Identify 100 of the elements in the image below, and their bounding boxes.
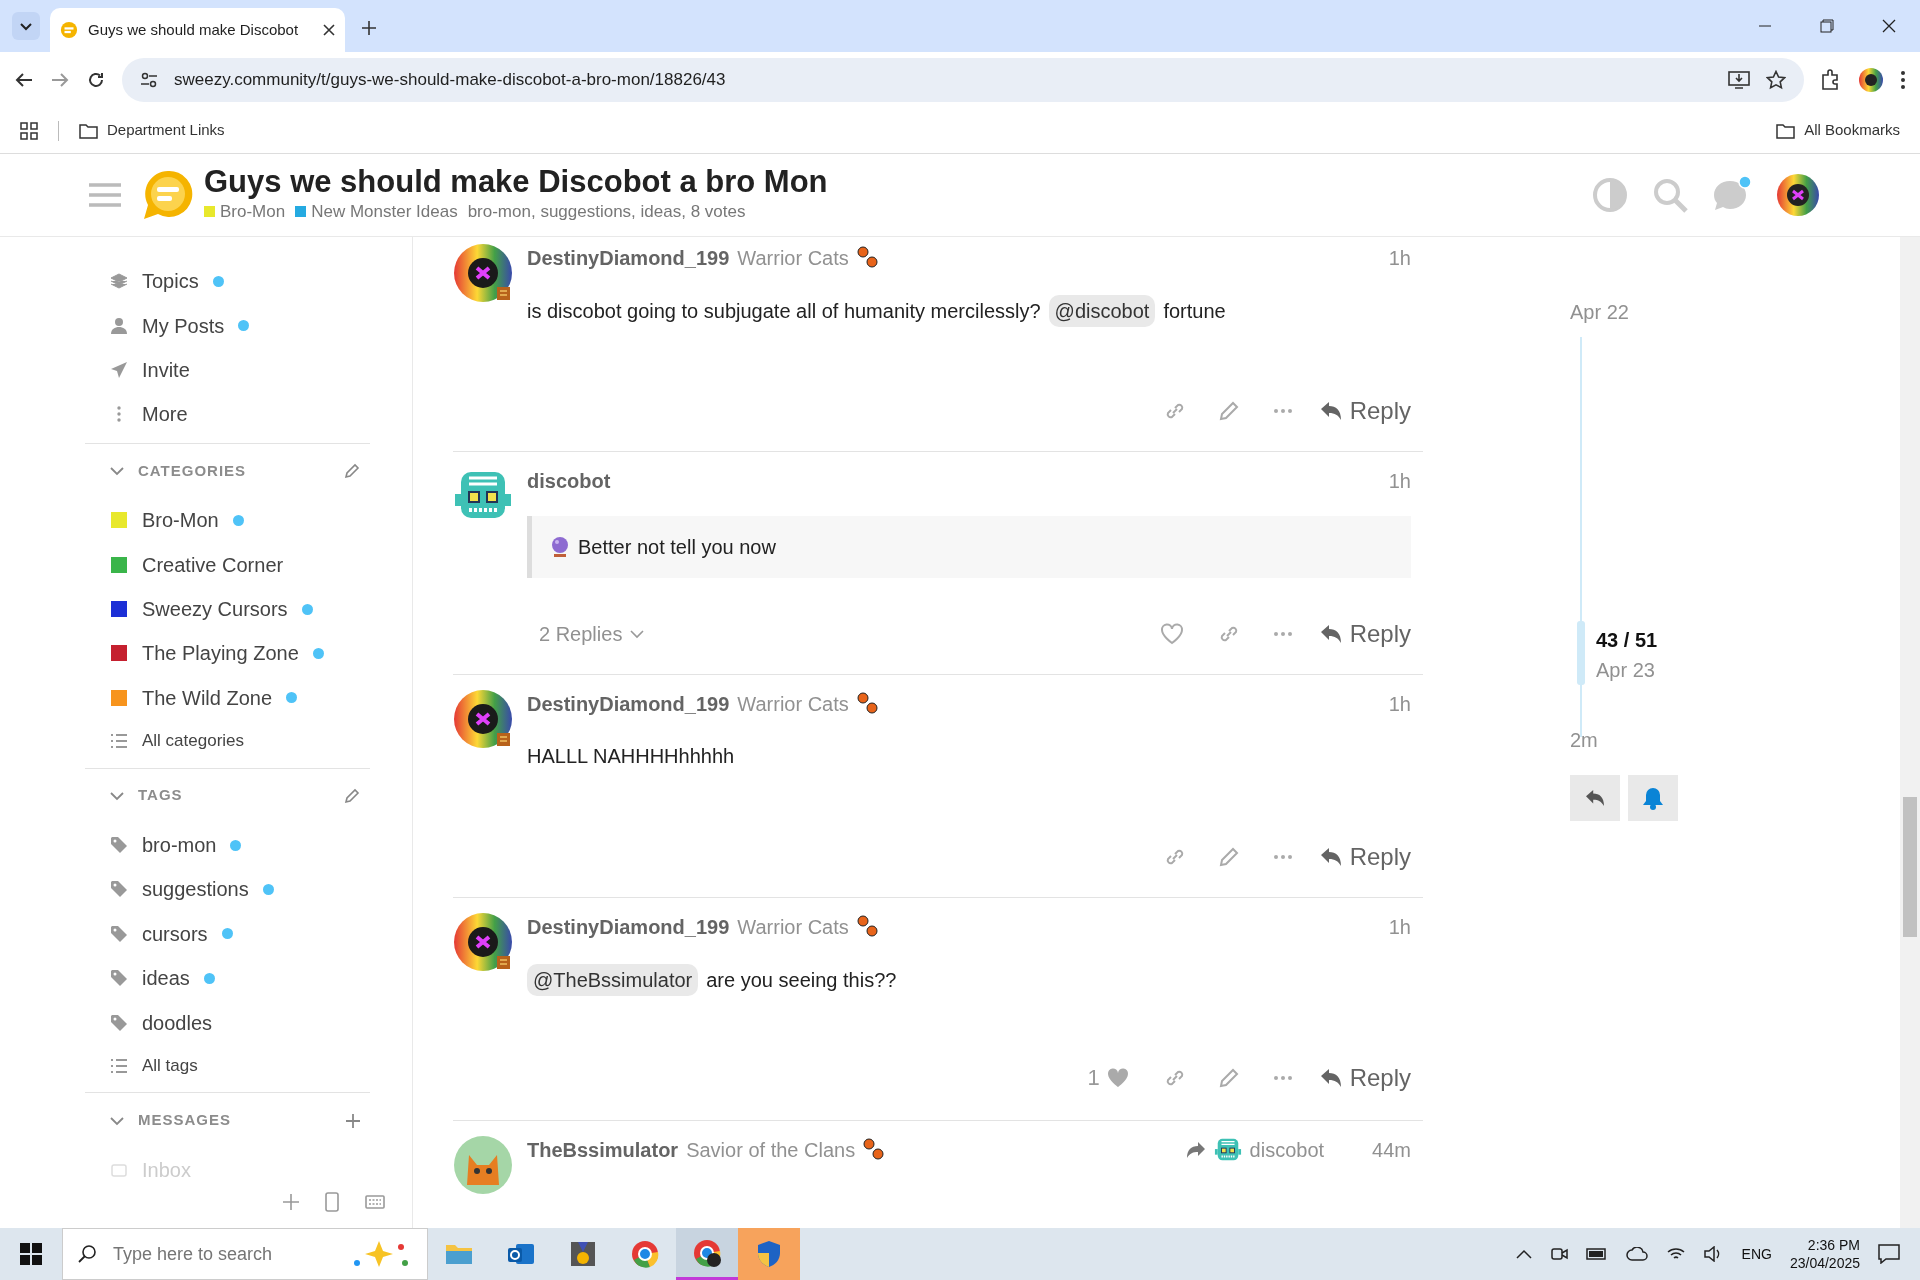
post-text: fortune	[1163, 299, 1226, 324]
sidebar-item[interactable]: Creative Corner	[85, 542, 412, 587]
bookmarks-folder[interactable]: All Bookmarks	[1776, 119, 1900, 142]
reply-button[interactable]	[1570, 775, 1620, 821]
pencil-icon[interactable]	[344, 787, 360, 804]
reply-icon	[1319, 624, 1342, 644]
star-icon[interactable]	[1766, 70, 1786, 90]
sidebar-item[interactable]: The Playing Zone	[85, 631, 412, 676]
sidebar-item[interactable]: bro-mon	[85, 822, 412, 868]
reply-button[interactable]: Reply	[1319, 616, 1411, 652]
pencil-icon[interactable]	[1217, 1066, 1240, 1089]
paw-icon	[856, 692, 879, 716]
camera-icon[interactable]	[1549, 1245, 1568, 1263]
section-heading: CATEGORIES	[138, 460, 248, 481]
sidebar-item[interactable]: doodles	[85, 1000, 412, 1045]
tag-icon	[110, 836, 128, 854]
category-link[interactable]: New Monster Ideas	[295, 199, 458, 225]
search-icon	[77, 1244, 97, 1264]
list-icon	[110, 731, 128, 750]
plus-icon[interactable]	[346, 1113, 360, 1128]
mention-link[interactable]: @discobot	[1048, 295, 1156, 327]
list-icon	[110, 1056, 128, 1075]
chevron-icon[interactable]	[110, 1115, 124, 1126]
chevron-icon[interactable]	[110, 790, 124, 801]
sidebar-item[interactable]: The Wild Zone	[85, 675, 412, 721]
paper-plane-icon	[110, 361, 128, 380]
taskbar-search-bar[interactable]: Type here to search	[62, 1228, 428, 1280]
chevron-icon[interactable]	[110, 465, 124, 476]
sidebar-item[interactable]: More	[85, 392, 412, 437]
sidebar-item[interactable]: ideas	[85, 956, 412, 1001]
sidebar-item[interactable]: suggestions	[85, 867, 412, 912]
sidebar-item[interactable]: Topics	[85, 259, 412, 304]
restore-icon[interactable]	[1820, 19, 1834, 33]
timeline-handle[interactable]	[1577, 621, 1585, 685]
post-text: are you seeing this??	[706, 968, 897, 993]
notification-button[interactable]	[1628, 775, 1678, 821]
plus-icon[interactable]	[283, 1194, 299, 1211]
username[interactable]: DestinyDiamond_199	[527, 912, 730, 942]
windows-icon	[20, 1243, 42, 1265]
menu-icon[interactable]	[1900, 70, 1906, 90]
scrollbar[interactable]	[1900, 237, 1920, 1228]
keyboard-icon[interactable]	[365, 1195, 385, 1210]
username[interactable]: DestinyDiamond_199	[527, 689, 730, 719]
mention-link[interactable]: @TheBssimulator	[527, 964, 699, 996]
cloud-icon[interactable]	[1625, 1247, 1648, 1261]
post-text: is discobot going to subjugate all of humanity mercilessly?	[527, 299, 1041, 324]
profile-avatar[interactable]	[1858, 67, 1884, 93]
taskbar-app[interactable]	[676, 1228, 738, 1280]
bookmark[interactable]: Department Links	[79, 119, 225, 142]
username[interactable]: DestinyDiamond_199	[527, 243, 730, 273]
language-indicator[interactable]: ENG	[1741, 1243, 1772, 1265]
topic-tags: bro-mon, suggestions, ideas, 8 votes	[467, 199, 746, 225]
search-field[interactable]: Type here to search	[111, 1239, 329, 1269]
reply-icon	[1584, 789, 1606, 807]
apps-icon[interactable]	[20, 121, 38, 140]
close-icon[interactable]	[1882, 19, 1896, 33]
pencil-icon[interactable]	[1217, 846, 1240, 868]
wifi-icon[interactable]	[1665, 1246, 1686, 1262]
bell-icon	[1642, 786, 1664, 810]
browser-icon	[630, 1239, 660, 1269]
tab-title: Guys we should make Discobot	[88, 19, 300, 40]
tab-list-icon[interactable]	[12, 12, 40, 40]
notifications-icon[interactable]	[1878, 1244, 1900, 1264]
reload-icon[interactable]	[86, 70, 106, 90]
close-icon[interactable]	[323, 24, 335, 36]
sidebar-item[interactable]: My Posts	[85, 303, 412, 348]
reply-button[interactable]: Reply	[1319, 1059, 1411, 1096]
phone-icon[interactable]	[325, 1192, 339, 1213]
clock[interactable]: 2:36 PM 23/04/2025	[1789, 1235, 1860, 1273]
install-icon[interactable]	[1728, 70, 1750, 90]
pencil-icon[interactable]	[1217, 400, 1240, 422]
user-avatar[interactable]	[453, 912, 513, 972]
chevron-icon	[630, 629, 645, 639]
sidebar-item[interactable]: All tags	[85, 1044, 412, 1087]
reply-icon	[1319, 847, 1342, 867]
sidebar-item[interactable]: Bro-Mon	[85, 497, 412, 543]
cat-avatar[interactable]	[453, 1135, 513, 1195]
crystal-ball-icon	[550, 536, 570, 558]
theme-toggle-icon[interactable]	[1592, 177, 1628, 213]
sidebar-item[interactable]: Sweezy Cursors	[85, 586, 412, 632]
folder-icon	[1776, 121, 1797, 140]
browser-tab[interactable]: Guys we should make Discobot	[50, 8, 345, 52]
sidebar-item[interactable]: Invite	[85, 347, 412, 393]
layers-icon	[110, 272, 128, 291]
chevron-up-icon[interactable]	[1515, 1249, 1532, 1259]
category-link[interactable]: Bro-Mon	[204, 199, 286, 225]
pencil-icon[interactable]	[344, 462, 360, 479]
more-icon	[116, 405, 122, 424]
sidebar-item[interactable]: All categories	[85, 720, 412, 762]
address-bar[interactable]: sweezy.community/t/guys-we-should-make-discobot-a-bro-mon/18826/43	[122, 58, 1804, 102]
sidebar-item[interactable]: cursors	[85, 911, 412, 957]
user-avatar[interactable]	[453, 689, 513, 749]
user-avatar[interactable]	[453, 243, 513, 303]
username[interactable]: discobot	[527, 466, 611, 496]
username[interactable]: TheBssimulator	[527, 1135, 679, 1165]
reply-button[interactable]: Reply	[1319, 393, 1411, 429]
new-tab-icon[interactable]	[361, 20, 377, 36]
user-avatar[interactable]	[1776, 173, 1820, 217]
battery-icon[interactable]	[1585, 1247, 1608, 1261]
reply-button[interactable]: Reply	[1319, 839, 1411, 875]
